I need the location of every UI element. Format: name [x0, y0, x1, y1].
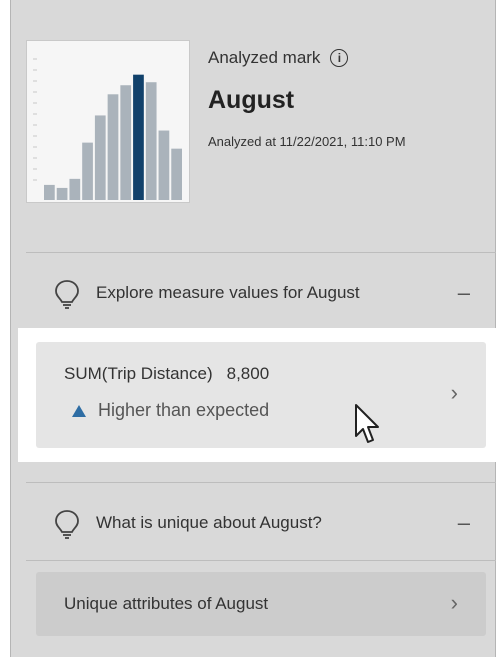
thumbnail-bar [171, 148, 182, 200]
thumbnail-chart [33, 58, 182, 200]
thumbnail-bar [69, 178, 81, 200]
analysis-timestamp: Analyzed at 11/22/2021, 11:10 PM [208, 134, 406, 149]
triangle-up-icon [72, 404, 86, 417]
thumbnail-bar [56, 187, 68, 200]
thumbnail-bar [158, 130, 170, 200]
chevron-right-icon[interactable]: › [451, 592, 458, 614]
trend-label: Higher than expected [98, 400, 270, 420]
thumbnail-bar [145, 82, 157, 200]
mark-title: August [208, 86, 295, 114]
unique-attributes-card[interactable]: Unique attributes of August › [36, 572, 486, 636]
divider [26, 560, 496, 561]
viz-thumbnail [26, 40, 190, 203]
lightbulb-icon [55, 510, 79, 539]
minus-icon[interactable]: – [458, 281, 470, 304]
measure-field-name: SUM(Trip Distance) [64, 364, 213, 383]
thumbnail-bar [120, 85, 132, 200]
section-unique-label: What is unique about August? [96, 512, 322, 532]
chevron-right-icon[interactable]: › [451, 382, 458, 404]
thumbnail-bar [44, 184, 55, 200]
unique-attributes-label: Unique attributes of August [64, 594, 269, 613]
analyzed-mark-heading: Analyzed mark i [208, 48, 349, 68]
thumbnail-bar [107, 94, 119, 200]
minus-icon[interactable]: – [458, 511, 470, 534]
measure-value: 8,800 [226, 364, 270, 383]
thumbnail-bar [82, 142, 93, 200]
info-icon[interactable]: i [330, 49, 349, 67]
analyzed-mark-label: Analyzed mark [208, 48, 321, 67]
measure-value-card[interactable]: SUM(Trip Distance) 8,800 Higher than exp… [36, 342, 486, 448]
thumbnail-bar [94, 115, 106, 200]
section-explore-measures-label: Explore measure values for August [96, 282, 360, 302]
mouse-cursor-icon [355, 404, 379, 443]
section-unique[interactable]: What is unique about August? – [26, 482, 496, 562]
thumbnail-bar-highlighted [133, 74, 144, 200]
lightbulb-icon [55, 280, 79, 309]
section-explore-measures[interactable]: Explore measure values for August – [26, 252, 496, 332]
measure-metric: SUM(Trip Distance) 8,800 [64, 364, 269, 384]
measure-trend: Higher than expected [72, 400, 269, 421]
